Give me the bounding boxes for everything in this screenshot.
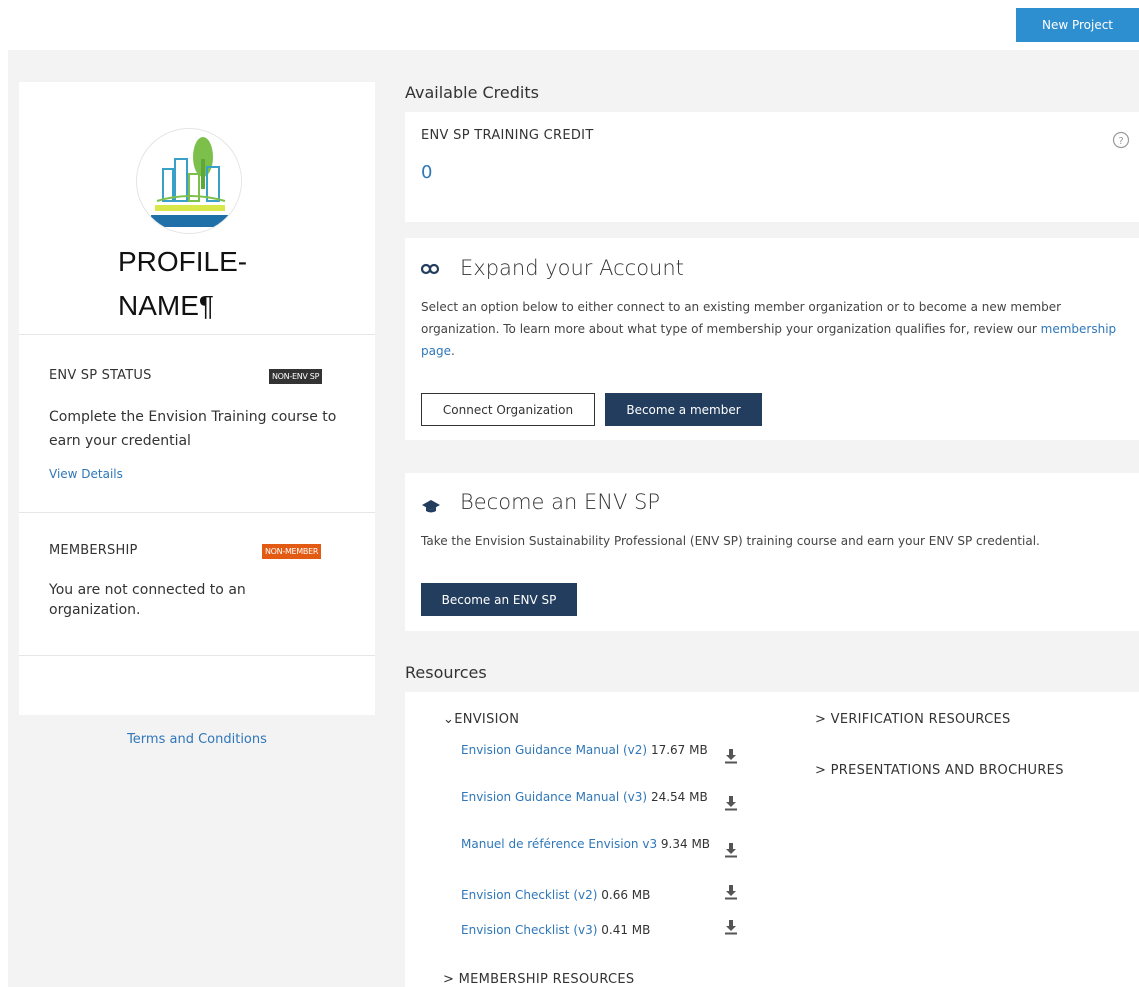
download-icon[interactable]: [724, 795, 738, 811]
resource-item[interactable]: Envision Guidance Manual (v3) 24.54 MB: [461, 787, 721, 808]
membership-badge: NON-MEMBER: [262, 544, 322, 559]
terms-link[interactable]: Terms and Conditions: [19, 732, 375, 747]
download-icon[interactable]: [724, 842, 738, 858]
env-sp-status-badge: NON-ENV SP: [269, 369, 323, 384]
envision-section-toggle[interactable]: ⌄ENVISION: [443, 712, 519, 727]
presentations-brochures-toggle[interactable]: > PRESENTATIONS AND BROCHURES: [815, 763, 1064, 778]
profile-avatar: [136, 128, 242, 234]
graduation-cap-icon: [421, 499, 441, 515]
divider: [19, 334, 375, 335]
verification-resources-toggle[interactable]: > VERIFICATION RESOURCES: [815, 712, 1011, 727]
chevron-right-icon: >: [815, 712, 831, 727]
resource-item[interactable]: Manuel de référence Envision v3 9.34 MB: [461, 834, 721, 855]
help-circle-icon[interactable]: ?: [1112, 131, 1130, 149]
env-sp-text: Take the Envision Sustainability Profess…: [421, 534, 1040, 548]
credits-value: 0: [421, 162, 433, 183]
resource-item[interactable]: Envision Guidance Manual (v2) 17.67 MB: [461, 740, 721, 761]
chevron-right-icon: >: [815, 763, 831, 778]
membership-label: MEMBERSHIP: [49, 543, 138, 558]
download-icon[interactable]: [724, 748, 738, 764]
expand-account-title: Expand your Account: [460, 256, 684, 280]
new-project-button[interactable]: New Project: [1016, 8, 1139, 42]
credits-title: ENV SP TRAINING CREDIT: [421, 128, 594, 143]
chevron-right-icon: >: [443, 972, 459, 987]
resource-item[interactable]: Envision Checklist (v2) 0.66 MB: [461, 885, 721, 906]
resources-heading: Resources: [405, 663, 487, 682]
view-details-link[interactable]: View Details: [49, 462, 123, 486]
membership-text: You are not connected to an organization…: [49, 582, 246, 618]
chevron-down-icon: ⌄: [443, 712, 455, 727]
download-icon[interactable]: [724, 919, 738, 935]
divider: [19, 655, 375, 656]
link-icon: [420, 262, 441, 276]
divider: [19, 512, 375, 513]
env-sp-title: Become an ENV SP: [460, 490, 660, 514]
connect-organization-button[interactable]: Connect Organization: [421, 393, 595, 426]
resource-item[interactable]: Envision Checklist (v3) 0.41 MB: [461, 920, 721, 941]
credits-heading: Available Credits: [405, 83, 539, 102]
env-sp-status-label: ENV SP STATUS: [49, 368, 152, 383]
env-sp-status-text: Complete the Envision Training course to…: [49, 409, 337, 449]
expand-account-text: Select an option below to either connect…: [421, 300, 1117, 358]
download-icon[interactable]: [724, 884, 738, 900]
become-member-button[interactable]: Become a member: [605, 393, 762, 426]
top-bar: New Project: [0, 0, 1139, 50]
become-env-sp-button[interactable]: Become an ENV SP: [421, 583, 577, 616]
profile-name: PROFILE-NAME¶: [118, 246, 248, 321]
svg-text:?: ?: [1118, 136, 1123, 147]
city-logo-icon: [138, 130, 241, 233]
membership-resources-toggle[interactable]: > MEMBERSHIP RESOURCES: [443, 972, 634, 987]
